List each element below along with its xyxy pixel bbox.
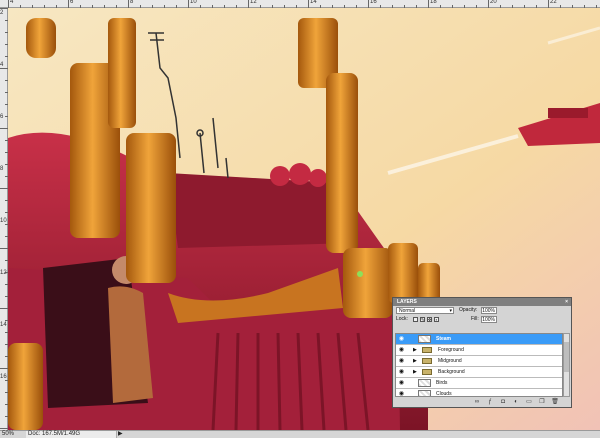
layer-thumbnail	[418, 390, 431, 396]
ruler-number: 4	[0, 62, 4, 68]
ruler-tick	[0, 188, 8, 189]
layers-list[interactable]: ◉ Steam ◉ ▶ Foreground ◉ ▶ Midground ◉ ▶…	[395, 333, 563, 397]
ruler-tick	[0, 248, 8, 249]
layers-panel[interactable]: LAYERS × Normal ▾ Opacity: 100% Lock: ✎ …	[392, 297, 572, 408]
layer-thumbnail	[418, 335, 431, 343]
ruler-number: 12	[250, 0, 257, 5]
eye-icon[interactable]: ◉	[397, 369, 406, 375]
ruler-number: 8	[130, 0, 134, 5]
document-info: Doc: 167.5M/1.49G	[26, 431, 117, 438]
ruler-tick	[0, 368, 8, 369]
lock-position-icon[interactable]: ✥	[427, 317, 432, 322]
ruler-number: 12	[0, 270, 7, 276]
ruler-tick	[0, 428, 8, 429]
ruler-number: 4	[10, 0, 14, 5]
ruler-tick	[0, 8, 8, 9]
eye-icon[interactable]: ◉	[397, 347, 406, 353]
folder-icon[interactable]: ▭	[525, 399, 533, 406]
ruler-tick	[68, 0, 69, 8]
ruler-tick	[368, 0, 369, 8]
layers-panel-title: LAYERS	[397, 299, 417, 305]
layer-thumbnail	[418, 379, 431, 387]
ruler-number: 20	[490, 0, 497, 5]
mask-icon[interactable]: ◘	[499, 399, 507, 406]
fill-input[interactable]: 100%	[481, 316, 497, 323]
status-bar: 50% Doc: 167.5M/1.49G ▶	[0, 430, 600, 438]
layer-name: Clouds	[436, 391, 452, 397]
ruler-number: 16	[370, 0, 377, 5]
layer-name: Birds	[436, 380, 448, 386]
expand-triangle-icon[interactable]: ▶	[413, 347, 417, 353]
chevron-down-icon: ▾	[449, 308, 452, 314]
layer-row-birds[interactable]: ◉ Birds	[396, 378, 562, 389]
lock-label: Lock:	[396, 316, 408, 322]
ruler-tick	[128, 0, 129, 8]
ruler-number: 14	[310, 0, 317, 5]
blend-opacity-row: Normal ▾ Opacity: 100%	[393, 306, 571, 315]
expand-triangle-icon[interactable]: ▶	[413, 358, 417, 364]
new-layer-icon[interactable]: ❐	[538, 399, 546, 406]
adjustment-icon[interactable]: ◐	[512, 399, 520, 406]
layer-name: Foreground	[438, 347, 464, 353]
layer-row-midground[interactable]: ◉ ▶ Midground	[396, 356, 562, 367]
lock-fill-row: Lock: ✎ ✥ ▪ Fill: 100%	[393, 315, 571, 324]
opacity-label: Opacity:	[459, 307, 478, 313]
scrollbar-thumb[interactable]	[564, 342, 569, 372]
expand-triangle-icon[interactable]: ▶	[413, 369, 417, 375]
layer-row-steam[interactable]: ◉ Steam	[396, 334, 562, 345]
link-icon[interactable]: ∞	[473, 399, 481, 406]
ruler-number: 22	[550, 0, 557, 5]
layers-panel-title-bar[interactable]: LAYERS ×	[393, 298, 571, 306]
layer-name: Midground	[438, 358, 462, 364]
ruler-number: 6	[0, 114, 4, 120]
ruler-number: 8	[0, 166, 4, 172]
lock-options: ✎ ✥ ▪	[413, 317, 439, 323]
ruler-number: 6	[70, 0, 74, 5]
lock-image-icon[interactable]: ✎	[420, 317, 425, 322]
fx-icon[interactable]: ƒ	[486, 399, 494, 406]
folder-icon	[422, 347, 432, 353]
status-menu-arrow-icon[interactable]: ▶	[118, 431, 123, 438]
layer-name: Background	[438, 369, 465, 375]
eye-icon[interactable]: ◉	[397, 358, 406, 364]
close-icon[interactable]: ×	[565, 298, 568, 306]
ruler-number: 16	[0, 374, 7, 380]
ruler-number: 14	[0, 322, 7, 328]
ruler-tick	[8, 0, 9, 8]
ruler-number: 2	[0, 10, 4, 16]
blend-mode-select[interactable]: Normal ▾	[396, 307, 454, 314]
ruler-tick	[0, 128, 8, 129]
layer-row-background[interactable]: ◉ ▶ Background	[396, 367, 562, 378]
layer-row-foreground[interactable]: ◉ ▶ Foreground	[396, 345, 562, 356]
lock-transparent-icon[interactable]	[413, 317, 418, 322]
ruler-tick	[248, 0, 249, 8]
layers-panel-toolbar: ∞ ƒ ◘ ◐ ▭ ❐ 🗑	[473, 399, 559, 406]
ruler-tick	[308, 0, 309, 8]
ruler-tick	[548, 0, 549, 8]
ruler-tick	[428, 0, 429, 8]
blend-mode-value: Normal	[399, 308, 416, 314]
folder-icon	[422, 358, 432, 364]
opacity-input[interactable]: 100%	[481, 307, 497, 314]
layers-scrollbar[interactable]	[563, 333, 570, 397]
trash-icon[interactable]: 🗑	[551, 399, 559, 406]
ruler-tick	[0, 68, 8, 69]
eye-icon[interactable]: ◉	[397, 391, 406, 396]
eye-icon[interactable]: ◉	[397, 336, 406, 342]
folder-icon	[422, 369, 432, 375]
ruler-tick	[488, 0, 489, 8]
ruler-number: 18	[430, 0, 437, 5]
fill-label: Fill:	[471, 316, 479, 322]
ruler-number: 10	[190, 0, 197, 5]
zoom-level[interactable]: 50%	[2, 431, 14, 438]
layer-row-clouds[interactable]: ◉ Clouds	[396, 389, 562, 397]
ruler-tick	[0, 308, 8, 309]
lock-all-icon[interactable]: ▪	[434, 317, 439, 322]
eye-icon[interactable]: ◉	[397, 380, 406, 386]
horizontal-ruler[interactable]: 4681012141618202224	[0, 0, 600, 8]
ruler-tick	[188, 0, 189, 8]
layer-name: Steam	[436, 336, 452, 342]
vertical-ruler[interactable]: 2 4 6 8 10 12 14 16	[0, 8, 8, 430]
ruler-number: 10	[0, 218, 7, 224]
